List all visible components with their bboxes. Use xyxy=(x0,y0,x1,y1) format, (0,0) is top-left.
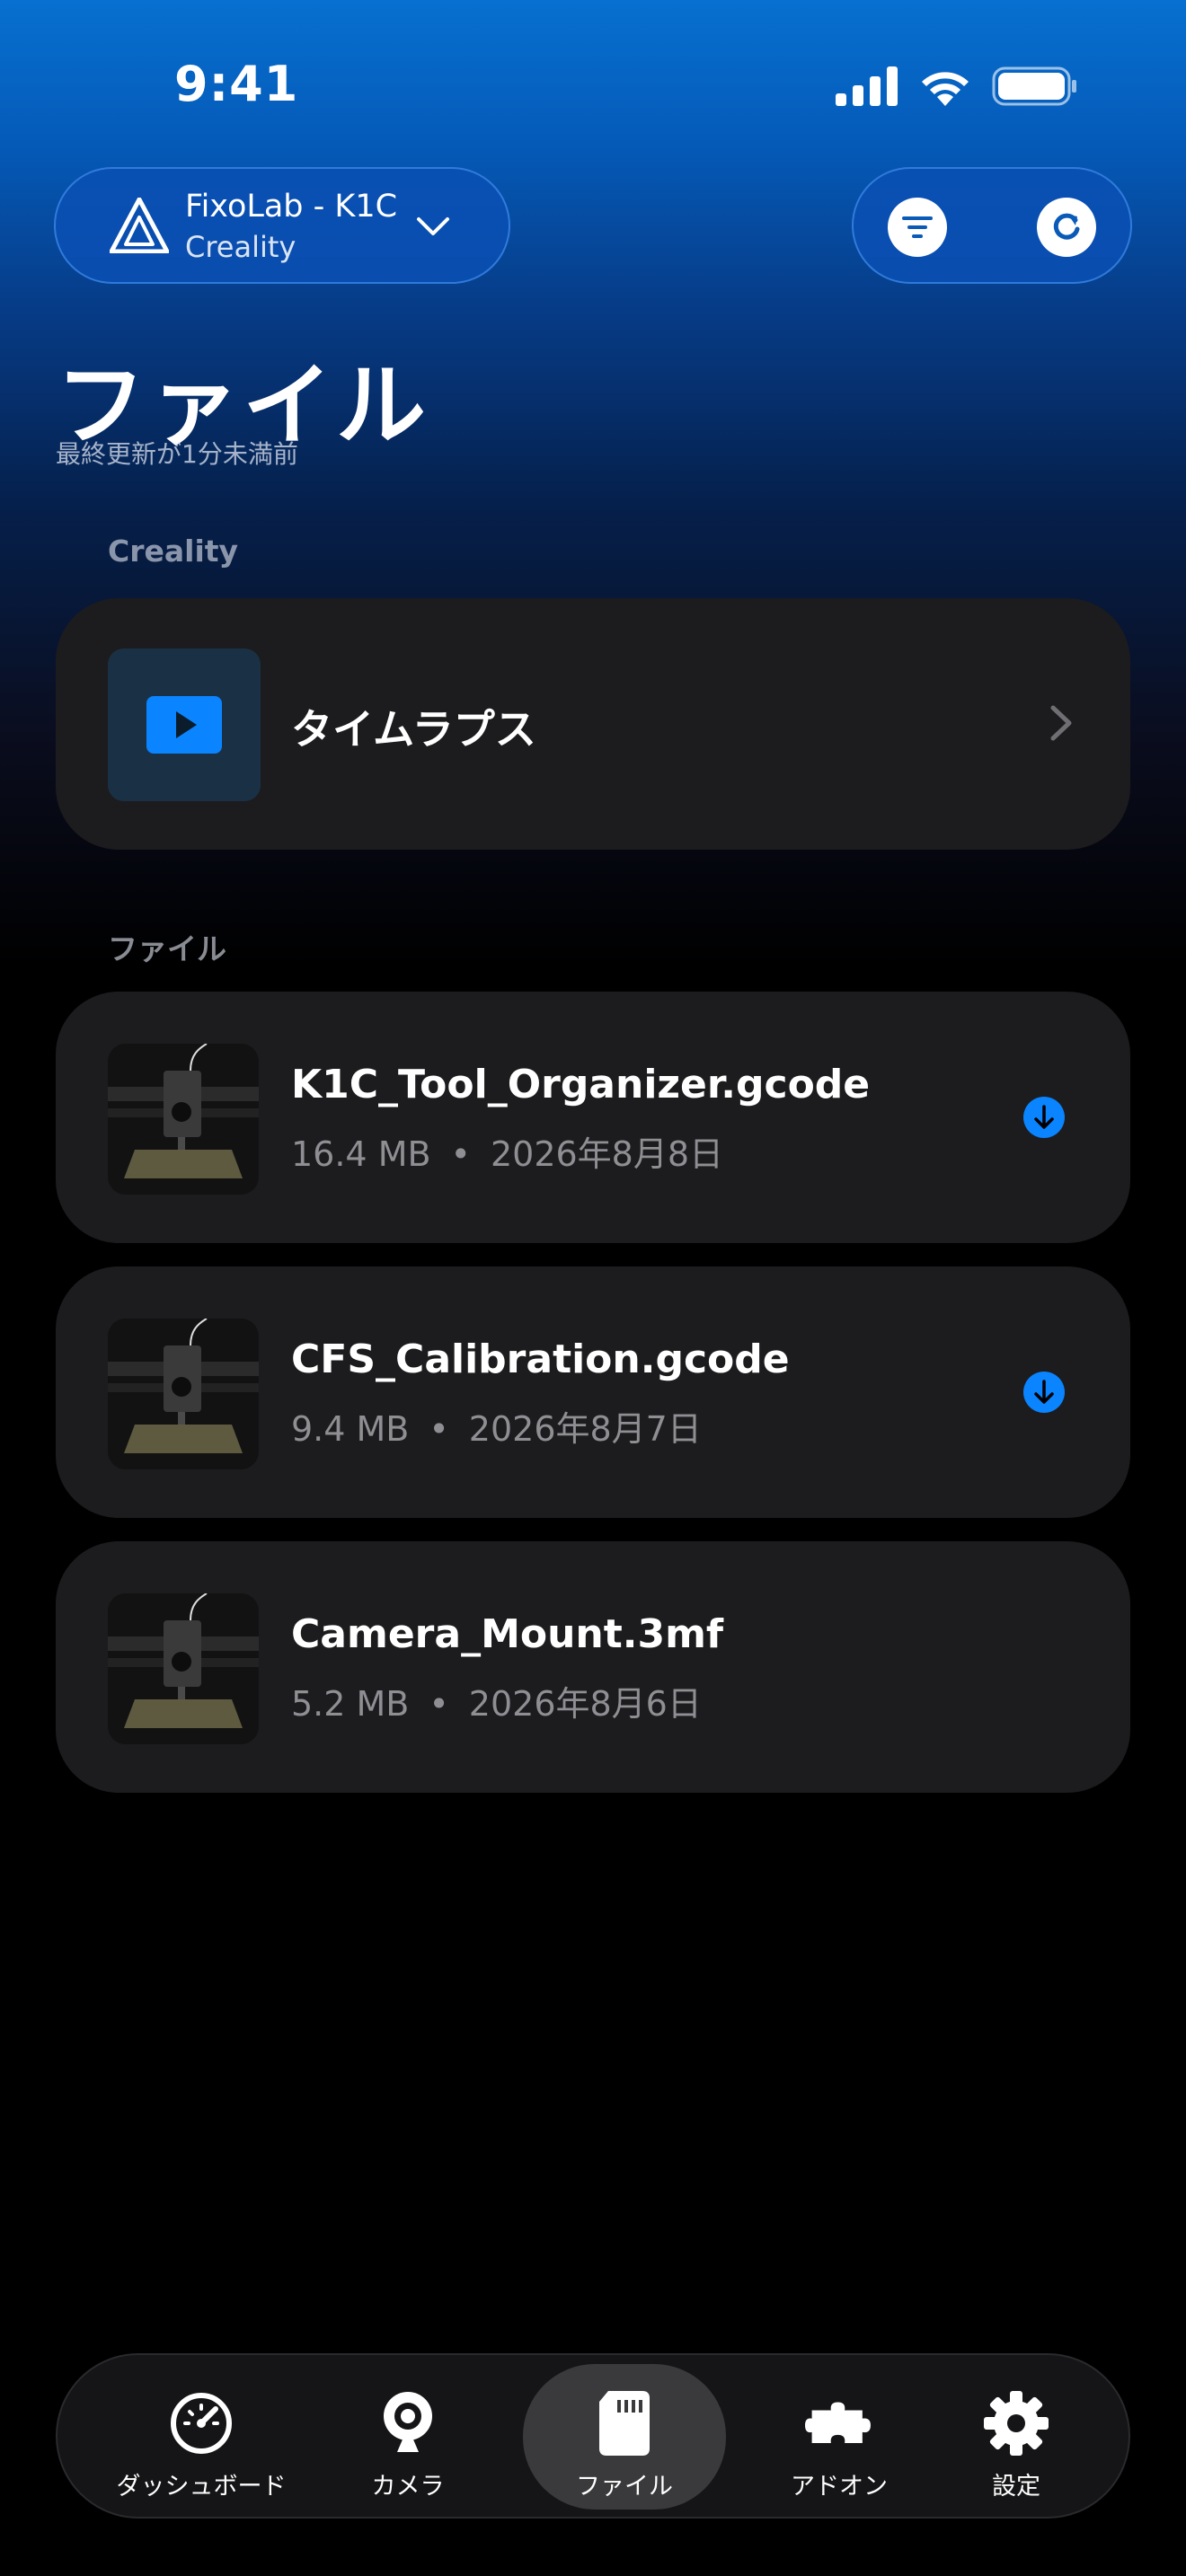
download-icon[interactable] xyxy=(1022,1371,1066,1414)
section-label-files: ファイル xyxy=(108,931,226,966)
chevron-down-icon xyxy=(417,217,449,235)
puzzle-icon xyxy=(805,2389,873,2457)
timelapse-thumbnail xyxy=(108,648,261,801)
timelapse-row[interactable]: タイムラプス xyxy=(56,598,1130,850)
file-size: 5.2 MB xyxy=(291,1684,410,1724)
tab-label: ダッシュボード xyxy=(116,2473,287,2501)
tab-label: アドオン xyxy=(791,2473,888,2501)
file-row[interactable]: Camera_Mount.3mf 5.2 MB • 2026年8月6日 xyxy=(56,1541,1130,1793)
last-updated-text: 最終更新が1分未満前 xyxy=(56,439,298,469)
printer-thumbnail-icon xyxy=(108,1319,259,1469)
file-thumbnail xyxy=(108,1319,259,1469)
meta-separator: • xyxy=(450,1134,471,1174)
gear-icon xyxy=(982,2389,1050,2457)
file-date: 2026年8月7日 xyxy=(468,1409,702,1449)
file-thumbnail xyxy=(108,1044,259,1195)
file-thumbnail xyxy=(108,1593,259,1744)
file-row[interactable]: K1C_Tool_Organizer.gcode 16.4 MB • 2026年8月… xyxy=(56,992,1130,1243)
download-icon[interactable] xyxy=(1022,1096,1066,1139)
meta-separator: • xyxy=(429,1684,449,1724)
file-size: 16.4 MB xyxy=(291,1134,431,1174)
refresh-button[interactable] xyxy=(1037,198,1096,257)
status-icons xyxy=(836,66,1078,106)
meta-separator: • xyxy=(429,1409,449,1449)
tab-settings[interactable]: 設定 xyxy=(949,2364,1084,2510)
file-date: 2026年8月6日 xyxy=(468,1684,702,1724)
signal-icon xyxy=(836,66,898,106)
file-name: CFS_Calibration.gcode xyxy=(291,1337,790,1382)
section-label-creality: Creality xyxy=(108,534,239,569)
printer-thumbnail-icon xyxy=(108,1593,259,1744)
printer-name: FixoLab - K1C xyxy=(185,189,398,225)
filter-button[interactable] xyxy=(888,198,947,257)
gauge-icon xyxy=(167,2389,235,2457)
sd-card-icon xyxy=(590,2389,659,2457)
chevron-right-icon xyxy=(1050,705,1072,741)
file-meta: 9.4 MB • 2026年8月7日 xyxy=(291,1401,702,1451)
refresh-icon xyxy=(1053,213,1080,240)
header-actions xyxy=(852,167,1132,284)
tab-camera[interactable]: カメラ xyxy=(327,2364,489,2510)
printer-thumbnail-icon xyxy=(108,1044,259,1195)
tab-label: 設定 xyxy=(992,2473,1040,2501)
tab-dashboard[interactable]: ダッシュボード xyxy=(93,2364,309,2510)
file-size: 9.4 MB xyxy=(291,1409,410,1449)
battery-icon xyxy=(992,66,1076,106)
printer-selector[interactable]: FixoLab - K1C Creality xyxy=(54,167,510,284)
tab-bar: ダッシュボード カメラ ファイル アドオン 設定 xyxy=(56,2353,1130,2519)
printer-brand: Creality xyxy=(185,230,296,264)
file-meta: 5.2 MB • 2026年8月6日 xyxy=(291,1676,702,1725)
file-meta: 16.4 MB • 2026年8月8日 xyxy=(291,1126,723,1176)
file-row[interactable]: CFS_Calibration.gcode 9.4 MB • 2026年8月7日 xyxy=(56,1266,1130,1518)
status-time: 9:41 xyxy=(174,56,299,112)
tab-label: ファイル xyxy=(576,2473,673,2501)
file-name: Camera_Mount.3mf xyxy=(291,1611,724,1657)
tab-addons[interactable]: アドオン xyxy=(749,2364,929,2510)
webcam-icon xyxy=(374,2389,442,2457)
filter-icon xyxy=(902,216,933,238)
tab-files[interactable]: ファイル xyxy=(523,2364,726,2510)
wifi-icon xyxy=(922,72,969,106)
file-date: 2026年8月8日 xyxy=(490,1134,724,1174)
file-name: K1C_Tool_Organizer.gcode xyxy=(291,1062,871,1107)
creality-logo-icon xyxy=(110,198,169,253)
tab-label: カメラ xyxy=(371,2473,445,2501)
play-icon xyxy=(146,696,222,754)
timelapse-label: タイムラプス xyxy=(291,705,536,754)
